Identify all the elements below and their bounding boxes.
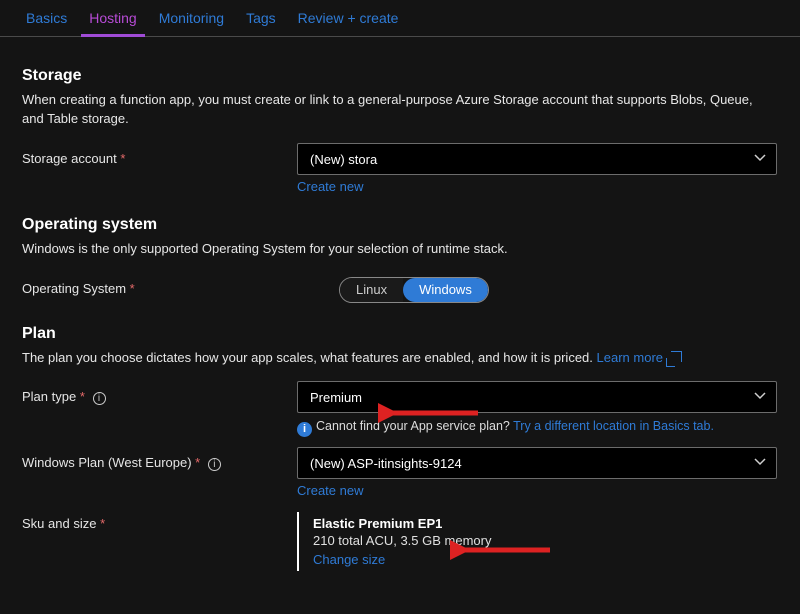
os-description: Windows is the only supported Operating … [22,240,762,259]
os-label: Operating System * [22,273,297,296]
os-heading: Operating system [22,216,778,234]
plan-help-link[interactable]: Try a different location in Basics tab. [513,419,714,433]
sku-title: Elastic Premium EP1 [313,516,777,531]
tab-basics[interactable]: Basics [18,6,75,36]
tab-hosting[interactable]: Hosting [81,6,144,37]
form-content: Storage When creating a function app, yo… [0,37,800,571]
windows-plan-create-new-link[interactable]: Create new [297,483,363,498]
chevron-down-icon [754,455,766,471]
plan-heading: Plan [22,325,778,343]
info-filled-icon: i [297,422,312,437]
sku-card: Elastic Premium EP1 210 total ACU, 3.5 G… [297,512,777,571]
os-toggle: Linux Windows [339,277,489,303]
tab-review-create[interactable]: Review + create [290,6,407,36]
plan-type-help: iCannot find your App service plan? Try … [297,419,777,437]
tab-tags[interactable]: Tags [238,6,284,36]
sku-label: Sku and size * [22,508,297,531]
plan-type-select[interactable]: Premium [297,381,777,413]
os-option-windows[interactable]: Windows [403,278,488,302]
plan-description: The plan you choose dictates how your ap… [22,349,762,368]
storage-account-select[interactable]: (New) stora [297,143,777,175]
os-option-linux[interactable]: Linux [340,278,403,302]
plan-type-label: Plan type * i [22,381,297,405]
info-icon[interactable]: i [93,392,106,405]
storage-account-label: Storage account * [22,143,297,166]
info-icon[interactable]: i [208,458,221,471]
storage-create-new-link[interactable]: Create new [297,179,363,194]
external-link-icon [671,351,682,362]
chevron-down-icon [754,151,766,167]
storage-description: When creating a function app, you must c… [22,91,762,129]
sku-change-size-link[interactable]: Change size [313,552,385,567]
tab-monitoring[interactable]: Monitoring [151,6,232,36]
plan-learn-more-link[interactable]: Learn more [597,350,682,365]
windows-plan-select[interactable]: (New) ASP-itinsights-9124 [297,447,777,479]
sku-subtitle: 210 total ACU, 3.5 GB memory [313,533,777,548]
chevron-down-icon [754,389,766,405]
windows-plan-label: Windows Plan (West Europe) * i [22,447,297,471]
storage-heading: Storage [22,67,778,85]
tab-bar: Basics Hosting Monitoring Tags Review + … [0,0,800,37]
